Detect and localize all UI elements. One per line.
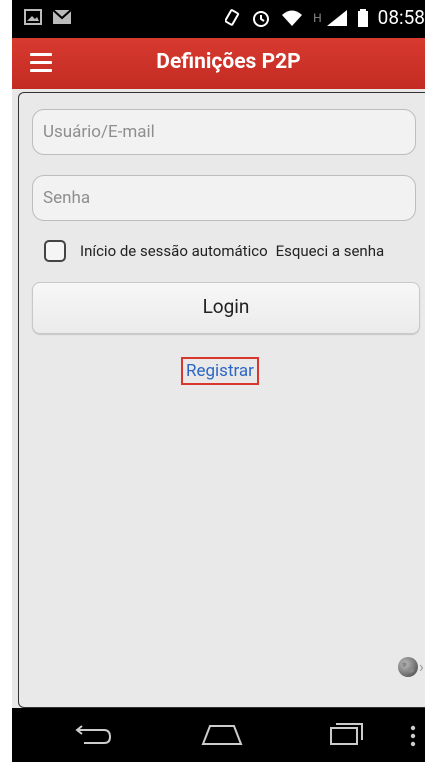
wifi-icon: [282, 10, 303, 26]
overflow-menu-icon[interactable]: [410, 725, 416, 747]
page-title: Definições P2P: [156, 50, 301, 74]
login-button[interactable]: Login: [32, 282, 420, 334]
clock: 08:58: [377, 6, 425, 29]
status-left-icons: [24, 9, 72, 25]
username-field[interactable]: [32, 109, 416, 155]
globe-icon[interactable]: [397, 656, 419, 678]
gmail-icon: [52, 9, 72, 24]
login-panel: Início de sessão automático Esqueci a se…: [18, 92, 425, 708]
home-icon[interactable]: [200, 720, 244, 748]
signal-icon: [326, 9, 347, 26]
password-field[interactable]: [32, 175, 416, 221]
alarm-icon: [253, 10, 270, 27]
app-bar: Definições P2P: [12, 38, 425, 89]
status-right-icons: H 08:58: [225, 6, 425, 29]
back-icon[interactable]: [74, 720, 114, 748]
register-link[interactable]: Registrar: [181, 357, 259, 385]
network-type-label: H: [313, 10, 322, 25]
password-input[interactable]: [33, 176, 415, 220]
auto-login-label: Início de sessão automático: [80, 242, 268, 260]
battery-icon: [357, 8, 368, 27]
navigation-bar: [12, 708, 425, 762]
rotate-icon: [225, 8, 240, 26]
status-bar: H 08:58: [12, 0, 425, 38]
chevron-right-icon[interactable]: ›: [419, 657, 424, 676]
auto-login-row: Início de sessão automático Esqueci a se…: [44, 240, 384, 262]
phone-screen: H 08:58 Definições P2P Início de sessão …: [12, 0, 425, 762]
forgot-password-link[interactable]: Esqueci a senha: [276, 242, 385, 260]
recent-apps-icon[interactable]: [328, 720, 366, 748]
image-notification-icon: [24, 9, 42, 25]
auto-login-checkbox[interactable]: [44, 240, 66, 262]
username-input[interactable]: [33, 110, 415, 154]
